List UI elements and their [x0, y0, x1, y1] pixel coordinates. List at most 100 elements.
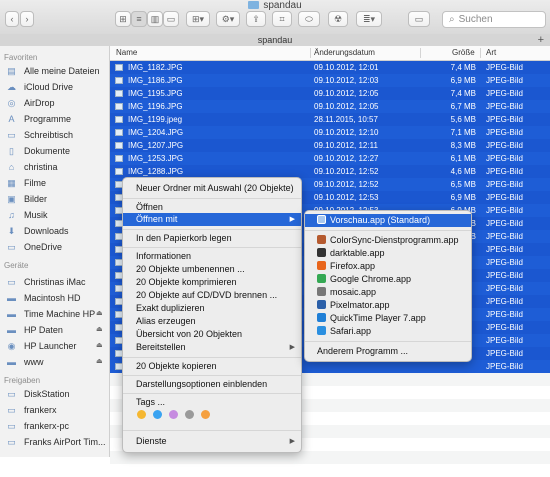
menu-show-view-options[interactable]: Darstellungsoptionen einblenden	[123, 378, 301, 391]
table-row[interactable]: IMG_1182.JPG 09.10.2012, 12:01 7,4 MB JPEG-…	[110, 61, 550, 74]
file-kind: JPEG-Bild	[486, 219, 523, 228]
menu-duplicate[interactable]: Exakt duplizieren	[123, 302, 301, 315]
sidebar-item-favorite-4[interactable]: ▭ Schreibtisch	[6, 127, 73, 143]
folder-icon: ▭	[7, 241, 16, 252]
quicktime-icon	[317, 313, 326, 322]
window-title: spandau	[0, 0, 550, 11]
tag-color-dot[interactable]	[137, 410, 146, 419]
open-with-preview-default[interactable]: Vorschau.app (Standard)	[305, 214, 471, 227]
disk-icon: ▬	[7, 293, 16, 303]
open-with-app-5[interactable]: Pixelmator.app	[305, 299, 471, 312]
sidebar-item-favorite-5[interactable]: ▯ Dokumente	[6, 143, 70, 159]
app-label: Google Chrome.app	[330, 274, 412, 284]
airdrop-toolbar-button[interactable]: ▭	[408, 11, 430, 27]
menu-make-alias[interactable]: Alias erzeugen	[123, 315, 301, 328]
sidebar-item-shared-0[interactable]: ▭ DiskStation	[6, 386, 69, 402]
sidebar-item-favorite-1[interactable]: ☁ iCloud Drive	[6, 79, 73, 95]
sidebar-item-device-2[interactable]: ▬ Time Machine HP	[6, 306, 95, 322]
menu-services[interactable]: Dienste ▶	[123, 435, 301, 448]
arrange-button[interactable]: ≣▾	[356, 11, 382, 27]
sidebar-item-favorite-2[interactable]: ◎ AirDrop	[6, 95, 55, 111]
column-name-header[interactable]: Name	[116, 48, 137, 57]
sidebar-item-shared-3[interactable]: ▭ Franks AirPort Tim...	[6, 434, 105, 450]
menu-move-to-trash[interactable]: In den Papierkorb legen	[123, 232, 301, 245]
open-with-app-2[interactable]: Firefox.app	[305, 260, 471, 273]
sidebar-item-favorite-11[interactable]: ▭ OneDrive	[6, 239, 62, 255]
table-row[interactable]: IMG_1186.JPG 09.10.2012, 12:03 6,9 MB JPEG-…	[110, 74, 550, 87]
group-button[interactable]: ⊞▾	[186, 11, 210, 27]
table-row[interactable]: IMG_1207.JPG 09.10.2012, 12:11 8,3 MB JPEG-…	[110, 139, 550, 152]
tag-color-dot[interactable]	[153, 410, 162, 419]
forward-button[interactable]: ›	[20, 11, 34, 27]
column-size-header[interactable]: Größe	[452, 48, 475, 57]
open-with-app-4[interactable]: mosaic.app	[305, 286, 471, 299]
table-row[interactable]: IMG_1204.JPG 09.10.2012, 12:10 7,1 MB JPEG-…	[110, 126, 550, 139]
sidebar-item-favorite-6[interactable]: ⌂ christina	[6, 159, 58, 175]
sidebar-item-label: Bilder	[24, 194, 48, 204]
toolbar: spandau ‹ › ⊞ ≡ ▥ ▭ ⊞▾ ⚙▾ ⇪ ⌗ ⬭ ☢ ≣▾ ▭ ⌕…	[0, 0, 550, 35]
column-view-button[interactable]: ▥	[147, 11, 163, 27]
menu-new-folder-with-selection[interactable]: Neuer Ordner mit Auswahl (20 Objekte)	[123, 182, 301, 195]
menu-copy-items[interactable]: 20 Objekte kopieren	[123, 360, 301, 373]
file-kind: JPEG-Bild	[486, 284, 523, 293]
sidebar-item-device-5[interactable]: ▬ www	[6, 354, 44, 370]
eject-icon[interactable]: ⏏	[96, 325, 103, 333]
sidebar-item-favorite-3[interactable]: A Programme	[6, 111, 71, 127]
dropbox-button[interactable]: ⌗	[272, 11, 292, 27]
table-row[interactable]: IMG_1195.JPG 09.10.2012, 12:05 7,4 MB JPEG-…	[110, 87, 550, 100]
menu-quick-look[interactable]: Übersicht von 20 Objekten	[123, 328, 301, 341]
eject-icon[interactable]: ⏏	[96, 357, 103, 365]
table-row[interactable]: IMG_1253.JPG 09.10.2012, 12:27 6,1 MB JPEG-…	[110, 152, 550, 165]
open-with-other-app[interactable]: Anderem Programm ...	[305, 345, 471, 358]
sidebar-item-shared-2[interactable]: ▭ frankerx-pc	[6, 418, 69, 434]
sidebar-item-device-4[interactable]: ◉ HP Launcher	[6, 338, 77, 354]
icon-view-button[interactable]: ⊞	[115, 11, 131, 27]
sidebar-item-label: Programme	[24, 114, 72, 124]
sidebar-item-device-3[interactable]: ▬ HP Daten	[6, 322, 63, 338]
sidebar-item-label: Alle meine Dateien	[24, 66, 100, 76]
file-date: 09.10.2012, 12:01	[314, 63, 379, 72]
sidebar-item-device-0[interactable]: ▭ Christinas iMac	[6, 274, 85, 290]
sidebar-item-favorite-7[interactable]: ▦ Filme	[6, 175, 46, 191]
icon-view-icon: ⊞	[119, 13, 127, 24]
open-with-app-3[interactable]: Google Chrome.app	[305, 273, 471, 286]
menu-compress-items[interactable]: 20 Objekte komprimieren	[123, 276, 301, 289]
imac-icon: ▭	[7, 276, 16, 287]
search-field[interactable]: ⌕ Suchen	[442, 11, 546, 28]
tag-color-dot[interactable]	[185, 410, 194, 419]
sidebar-item-shared-1[interactable]: ▭ frankerx	[6, 402, 56, 418]
menu-burn-items[interactable]: 20 Objekte auf CD/DVD brennen ...	[123, 289, 301, 302]
menu-rename-items[interactable]: 20 Objekte umbenennen ...	[123, 263, 301, 276]
back-button[interactable]: ‹	[5, 11, 19, 27]
sidebar-item-favorite-9[interactable]: ♫ Musik	[6, 207, 47, 223]
column-kind-header[interactable]: Art	[486, 48, 496, 57]
menu-share[interactable]: Bereitstellen ▶	[123, 341, 301, 354]
list-view-button[interactable]: ≡	[131, 11, 147, 27]
sidebar-item-device-1[interactable]: ▬ Macintosh HD	[6, 290, 81, 306]
sidebar-item-favorite-10[interactable]: ⬇ Downloads	[6, 223, 69, 239]
tag-color-dot[interactable]	[201, 410, 210, 419]
file-kind: JPEG-Bild	[486, 167, 523, 176]
open-with-app-1[interactable]: darktable.app	[305, 247, 471, 260]
burn-button[interactable]: ☢	[328, 11, 348, 27]
sidebar-item-favorite-0[interactable]: ▤ Alle meine Dateien	[6, 63, 100, 79]
eject-icon[interactable]: ⏏	[96, 341, 103, 349]
eject-icon[interactable]: ⏏	[96, 309, 103, 317]
gallery-view-button[interactable]: ▭	[163, 11, 179, 27]
menu-get-info[interactable]: Informationen	[123, 250, 301, 263]
share-button[interactable]: ⇪	[246, 11, 266, 27]
open-with-app-6[interactable]: QuickTime Player 7.app	[305, 312, 471, 325]
sidebar-item-favorite-8[interactable]: ▣ Bilder	[6, 191, 47, 207]
airdrop-icon: ◎	[7, 97, 16, 108]
action-button[interactable]: ⚙▾	[216, 11, 240, 27]
open-with-app-0[interactable]: ColorSync-Dienstprogramm.app	[305, 234, 471, 247]
menu-tags[interactable]: Tags ...	[123, 396, 301, 409]
table-row[interactable]: IMG_1199.jpeg 28.11.2015, 10:57 5,6 MB JPEG…	[110, 113, 550, 126]
table-row[interactable]: IMG_1196.JPG 09.10.2012, 12:05 6,7 MB JPEG-…	[110, 100, 550, 113]
tags-button[interactable]: ⬭	[298, 11, 320, 27]
open-with-app-7[interactable]: Safari.app	[305, 325, 471, 338]
tag-color-dot[interactable]	[169, 410, 178, 419]
menu-open-with[interactable]: Öffnen mit ▶	[123, 213, 301, 226]
column-date-header[interactable]: Änderungsdatum	[314, 48, 375, 57]
new-tab-button[interactable]: +	[538, 34, 544, 46]
